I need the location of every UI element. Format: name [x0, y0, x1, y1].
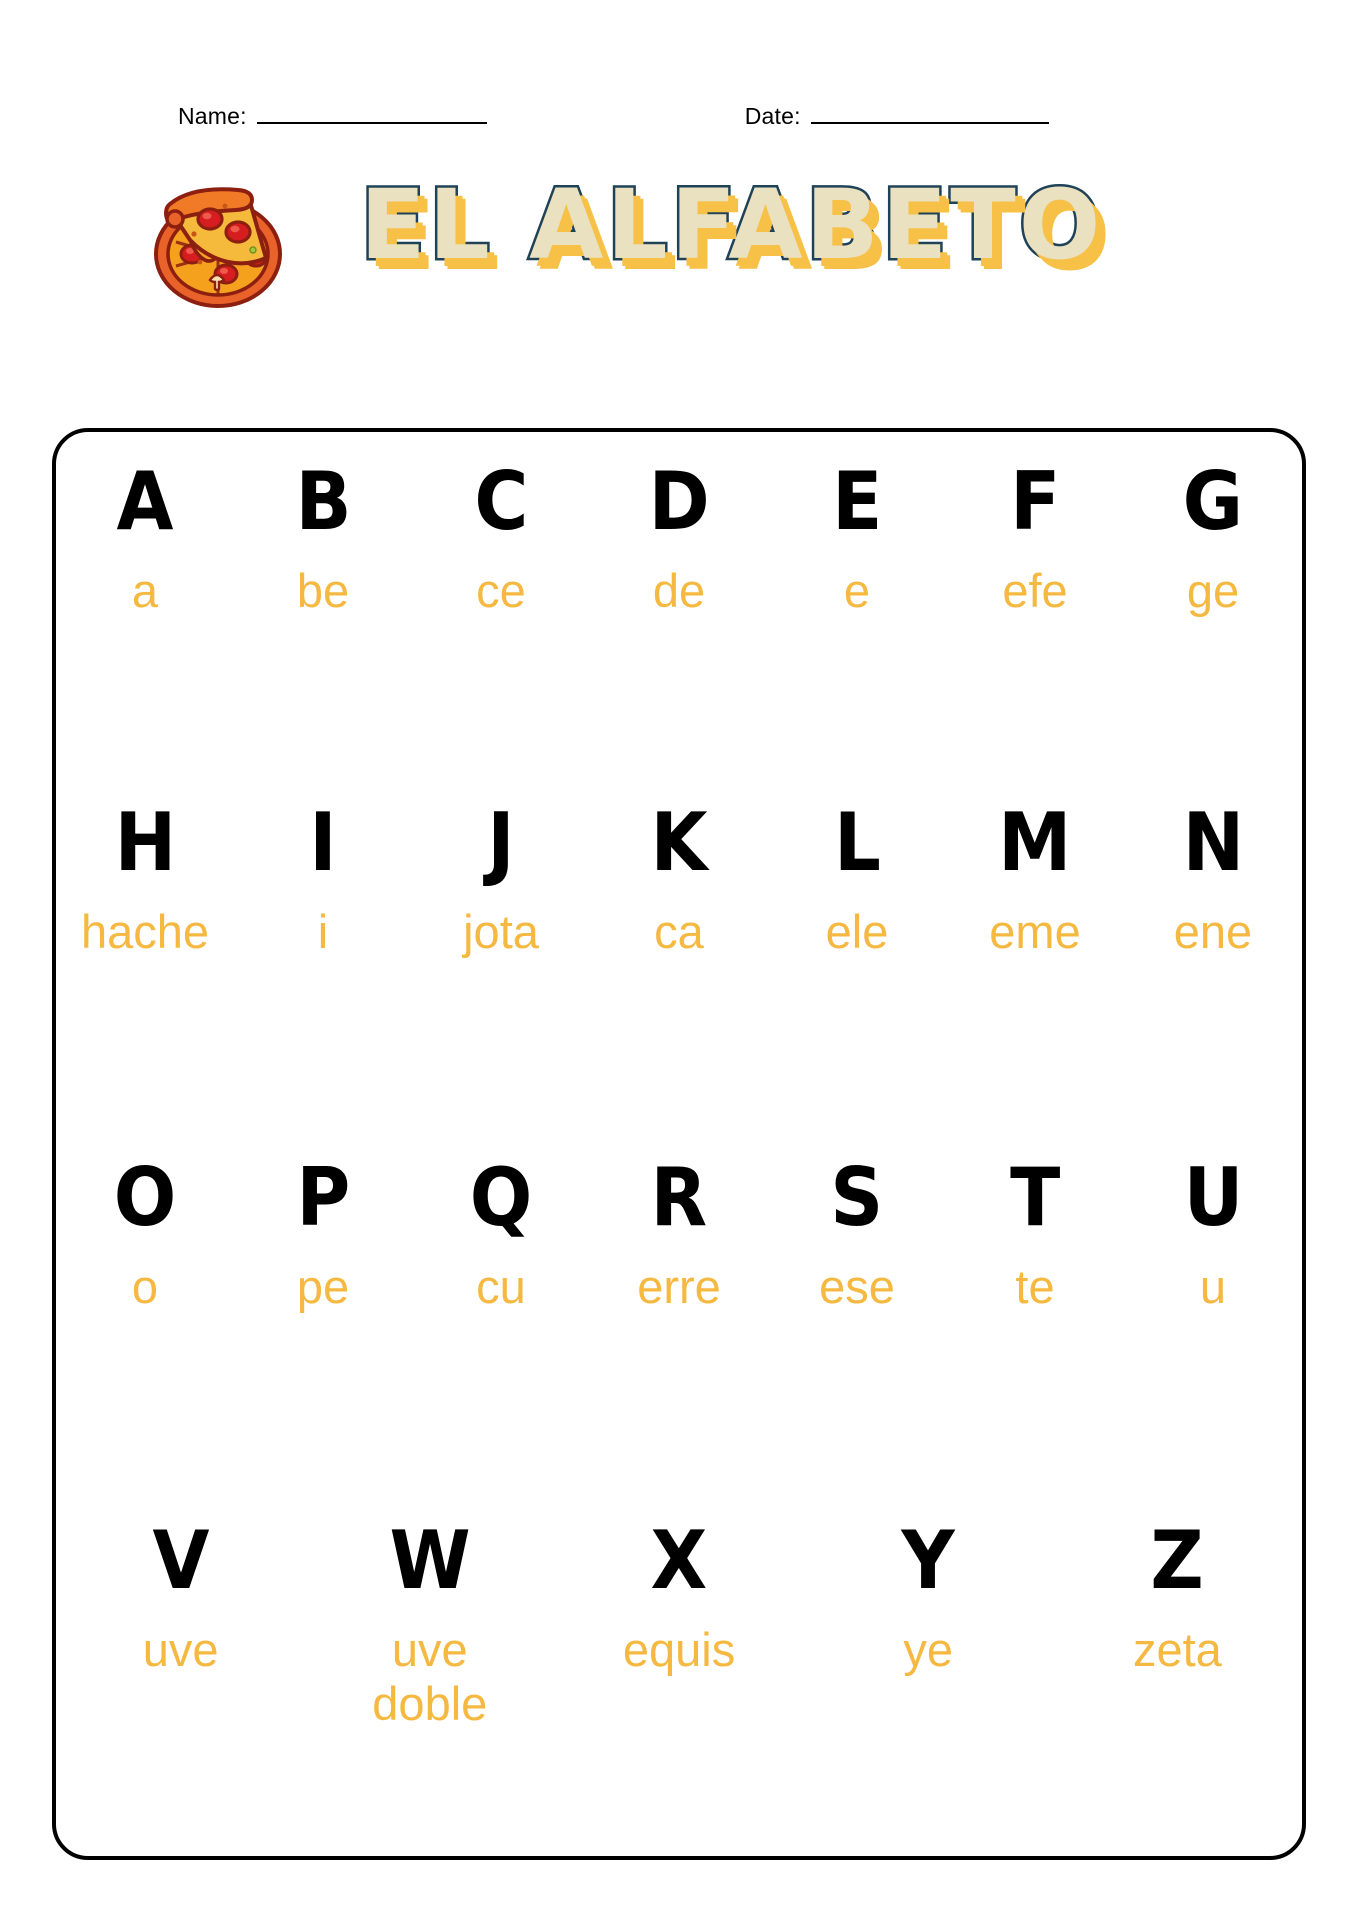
- letter-glyph: M: [998, 796, 1072, 889]
- letter-cell-b: B be: [234, 456, 412, 618]
- title-block: EL ALFABETO: [0, 150, 1358, 320]
- letter-name: ene: [1173, 905, 1253, 958]
- letter-glyph: I: [309, 796, 337, 889]
- letter-name: cu: [476, 1260, 526, 1313]
- letter-glyph: H: [114, 796, 176, 889]
- letter-glyph: B: [294, 455, 352, 548]
- letter-cell-r: R erre: [590, 1152, 768, 1314]
- letter-glyph: W: [389, 1514, 471, 1607]
- letter-name: ye: [903, 1623, 954, 1676]
- letter-cell-l: L ele: [768, 797, 946, 959]
- letter-name: equis: [622, 1623, 736, 1676]
- letter-cell-e: E e: [768, 456, 946, 618]
- letter-glyph: G: [1182, 455, 1244, 548]
- letter-cell-u: U u: [1124, 1152, 1302, 1314]
- letter-glyph: D: [648, 455, 710, 548]
- letter-cell-f: F efe: [946, 456, 1124, 618]
- letter-glyph: F: [1009, 455, 1061, 548]
- letter-name: i: [317, 905, 329, 958]
- letter-cell-h: H hache: [56, 797, 234, 959]
- letter-glyph: P: [296, 1151, 350, 1244]
- letter-name: a: [131, 564, 159, 617]
- letter-glyph: Z: [1150, 1514, 1205, 1607]
- letter-name: erre: [637, 1260, 721, 1313]
- letter-cell-a: A a: [56, 456, 234, 618]
- letter-cell-k: K ca: [590, 797, 768, 959]
- alphabet-row: V uve W uve doble X equis Y ye Z zeta: [56, 1493, 1302, 1856]
- letter-cell-v: V uve: [56, 1515, 305, 1677]
- letter-cell-j: J jota: [412, 797, 590, 959]
- letter-name: pe: [296, 1260, 350, 1313]
- alphabet-row: O o P pe Q cu R erre S ese T te U u: [56, 1138, 1302, 1493]
- letter-name: ge: [1186, 564, 1240, 617]
- letter-name: eme: [989, 905, 1081, 958]
- letter-cell-n: N ene: [1124, 797, 1302, 959]
- letter-glyph: V: [152, 1514, 210, 1607]
- alphabet-grid: A a B be C ce D de E e F efe G ge H hach…: [56, 432, 1302, 1856]
- letter-name: ese: [819, 1260, 895, 1313]
- page-title: EL ALFABETO: [358, 167, 1104, 284]
- letter-cell-d: D de: [590, 456, 768, 618]
- letter-cell-y: Y ye: [804, 1515, 1053, 1677]
- letter-cell-g: G ge: [1124, 456, 1302, 618]
- letter-cell-c: C ce: [412, 456, 590, 618]
- letter-name: efe: [1002, 564, 1068, 617]
- letter-name: de: [652, 564, 706, 617]
- letter-name: jota: [463, 905, 539, 958]
- letter-name: te: [1015, 1260, 1055, 1313]
- letter-cell-x: X equis: [554, 1515, 803, 1677]
- letter-name: uve: [142, 1623, 219, 1676]
- letter-glyph: A: [116, 455, 174, 548]
- letter-name: ca: [654, 905, 704, 958]
- letter-glyph: C: [473, 455, 529, 548]
- letter-cell-z: Z zeta: [1053, 1515, 1302, 1677]
- letter-name: hache: [80, 905, 210, 958]
- letter-glyph: X: [650, 1514, 708, 1607]
- letter-glyph: Y: [901, 1514, 955, 1607]
- alphabet-row: A a B be C ce D de E e F efe G ge: [56, 432, 1302, 797]
- letter-cell-t: T te: [946, 1152, 1124, 1314]
- letter-glyph: S: [830, 1151, 884, 1244]
- letter-cell-w: W uve doble: [305, 1515, 554, 1731]
- alphabet-row: H hache I i J jota K ca L ele M eme N en…: [56, 797, 1302, 1138]
- letter-glyph: N: [1182, 796, 1244, 889]
- letter-cell-s: S ese: [768, 1152, 946, 1314]
- letter-name: o: [131, 1260, 159, 1313]
- letter-glyph: T: [1009, 1151, 1061, 1244]
- letter-glyph: O: [113, 1151, 177, 1244]
- letter-glyph: E: [831, 455, 883, 548]
- worksheet-page: { "header": { "name_label": "Name:", "da…: [0, 0, 1358, 1920]
- letter-cell-p: P pe: [234, 1152, 412, 1314]
- letter-cell-q: Q cu: [412, 1152, 590, 1314]
- name-field-group: Name:: [178, 103, 487, 130]
- date-field-group: Date:: [745, 103, 1049, 130]
- header-fields: Name: Date:: [0, 84, 1358, 130]
- date-label: Date:: [744, 103, 801, 129]
- letter-glyph: L: [833, 796, 881, 889]
- letter-cell-m: M eme: [946, 797, 1124, 959]
- letter-glyph: U: [1183, 1151, 1243, 1244]
- name-label: Name:: [178, 103, 247, 129]
- letter-cell-o: O o: [56, 1152, 234, 1314]
- letter-name: ce: [476, 564, 526, 617]
- name-input-line[interactable]: [256, 121, 487, 124]
- letter-glyph: K: [650, 796, 708, 889]
- letter-name: u: [1199, 1260, 1227, 1313]
- letter-name: ele: [825, 905, 889, 958]
- alphabet-panel: A a B be C ce D de E e F efe G ge H hach…: [52, 428, 1306, 1860]
- letter-name: zeta: [1132, 1623, 1222, 1676]
- letter-name: be: [296, 564, 350, 617]
- letter-glyph: J: [487, 796, 515, 889]
- letter-glyph: Q: [469, 1151, 533, 1244]
- letter-name: e: [843, 564, 871, 617]
- pizza-icon: [154, 187, 282, 308]
- letter-glyph: R: [650, 1151, 708, 1244]
- letter-cell-i: I i: [234, 797, 412, 959]
- date-input-line[interactable]: [810, 121, 1049, 124]
- letter-name: uve doble: [372, 1623, 488, 1730]
